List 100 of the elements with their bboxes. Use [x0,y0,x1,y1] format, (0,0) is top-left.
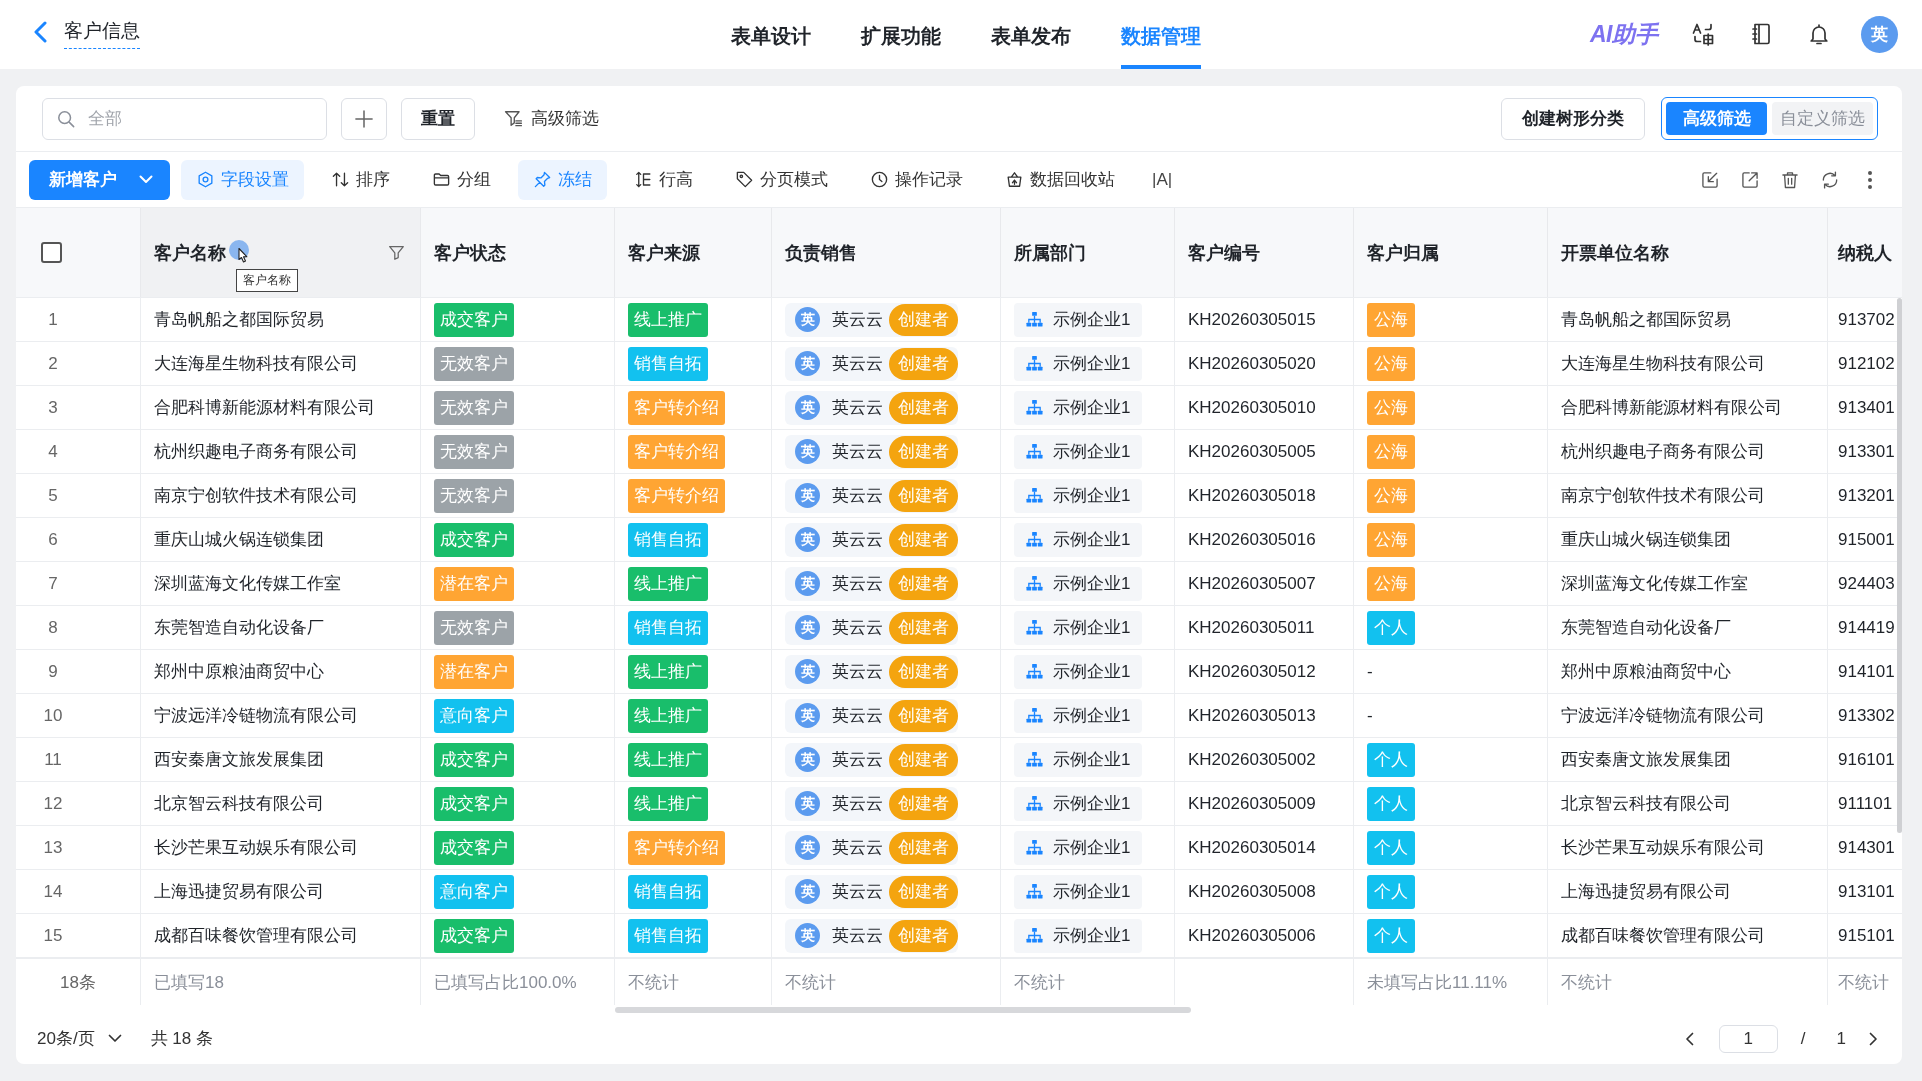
status-tag: 意向客户 [434,874,514,909]
column-header[interactable]: 客户来源 [615,208,772,297]
user-name: 英云云 [832,529,883,551]
column-header[interactable]: 客户状态 [421,208,615,297]
org-chart-icon [1026,663,1043,680]
ownership-tag: 个人 [1367,830,1415,865]
horizontal-scrollbar[interactable] [615,1007,1191,1013]
toolbar-button[interactable]: 行高 [619,159,708,200]
table-cell-text: 914419 [1837,616,1896,639]
page-size-select[interactable]: 20条/页 [37,1027,122,1050]
status-tag: 潜在客户 [434,566,514,601]
table-cell: KH20260305016 [1175,518,1354,561]
summary-cell-text: 不统计 [1837,971,1890,994]
summary-cell: 不统计 [772,959,1001,1005]
source-tag: 销售自拓 [628,918,708,953]
source-tag: 线上推广 [628,742,708,777]
column-header[interactable]: 所属部门 [1001,208,1175,297]
table-cell: 青岛帆船之都国际贸易 [1548,298,1828,341]
user-name: 英云云 [832,793,883,815]
source-tag: 客户转介绍 [628,390,725,425]
column-header[interactable]: 纳税人 [1828,208,1902,297]
row-number: 4 [16,430,141,473]
user-name: 英云云 [832,837,883,859]
row-number: 5 [16,474,141,517]
table-cell: 成都百味餐饮管理有限公司 [141,914,421,957]
refresh-icon[interactable] [1820,169,1840,190]
column-header[interactable]: 客户编号 [1175,208,1354,297]
back-icon[interactable] [33,20,47,43]
nav-tab[interactable]: 数据管理 [1120,0,1201,69]
source-tag: 线上推广 [628,302,708,337]
table-cell: 大连海星生物科技有限公司 [141,342,421,385]
table-cell-text: 914101 [1837,660,1896,683]
column-header[interactable]: 客户归属 [1354,208,1548,297]
department-name: 示例企业1 [1053,309,1131,331]
create-tree-button[interactable]: 创建树形分类 [1501,97,1645,140]
page-input[interactable]: 1 [1718,1024,1778,1053]
department-name: 示例企业1 [1053,837,1131,859]
reset-button[interactable]: 重置 [401,97,475,140]
role-badge: 创建者 [889,875,958,908]
org-chart-icon [1026,883,1043,900]
add-filter-button[interactable] [341,97,387,140]
ownership-tag: 公海 [1367,346,1415,381]
toolbar-button[interactable]: 分页模式 [720,159,843,200]
delete-icon[interactable] [1780,169,1800,190]
table-cell: KH20260305013 [1175,694,1354,737]
table-cell: KH20260305006 [1175,914,1354,957]
column-header[interactable]: 负责销售 [772,208,1001,297]
source-tag: 线上推广 [628,786,708,821]
notebook-icon[interactable] [1749,22,1773,46]
filter-mode-tab[interactable]: 高级筛选 [1666,102,1767,135]
table-cell: KH20260305005 [1175,430,1354,473]
role-badge: 创建者 [889,523,958,556]
table-cell-text: 913101 [1837,880,1896,903]
table-cell: 东莞智造自动化设备厂 [1548,606,1828,649]
advanced-filter-button[interactable]: 高级筛选 [504,107,599,130]
table-cell: 重庆山城火锅连锁集团 [1548,518,1828,561]
table-cell: 东莞智造自动化设备厂 [141,606,421,649]
nav-tab[interactable]: 表单设计 [730,0,811,69]
ownership-tag: 公海 [1367,434,1415,469]
add-customer-button[interactable]: 新增客户 [29,159,170,200]
previous-page-icon[interactable] [1684,1031,1694,1046]
user-name: 英云云 [832,309,883,331]
toolbar-button[interactable]: 操作记录 [855,159,978,200]
department-name: 示例企业1 [1053,397,1131,419]
department-name: 示例企业1 [1053,617,1131,639]
table-cell: 南京宁创软件技术有限公司 [1548,474,1828,517]
text-format-button[interactable]: |A| [1142,159,1183,200]
toolbar-button[interactable]: 数据回收站 [990,159,1130,200]
row-number: 10 [16,694,141,737]
search-field[interactable]: 全部 [42,97,327,140]
table-cell: 长沙芒果互动娱乐有限公司 [1548,826,1828,869]
import-icon[interactable] [1700,169,1720,190]
more-icon[interactable] [1867,169,1873,190]
user-avatar: 英 [795,615,820,640]
column-header[interactable]: 开票单位名称 [1548,208,1828,297]
nav-tab[interactable]: 表单发布 [990,0,1071,69]
vertical-scrollbar[interactable] [1897,298,1902,833]
role-badge: 创建者 [889,347,958,380]
ai-assistant-button[interactable]: AI助手 [1590,18,1657,50]
table-cell-text: 916101 [1837,748,1896,771]
filter-icon[interactable] [388,244,405,261]
table-cell-text: 924403 [1837,572,1896,595]
table-cell: KH20260305012 [1175,650,1354,693]
nav-tab[interactable]: 扩展功能 [860,0,941,69]
table-cell-text: 913702 [1837,308,1896,331]
export-icon[interactable] [1740,169,1760,190]
table-cell: KH20260305015 [1175,298,1354,341]
toolbar-button[interactable]: 分组 [417,159,506,200]
table-cell-text: 913301 [1837,440,1896,463]
org-chart-icon [1026,575,1043,592]
status-tag: 成交客户 [434,786,514,821]
select-all-checkbox[interactable] [41,242,62,263]
next-page-icon[interactable] [1869,1031,1878,1046]
translate-icon[interactable] [1691,22,1715,46]
ownership-tag: 个人 [1367,918,1415,953]
table-cell: KH20260305018 [1175,474,1354,517]
toolbar-button[interactable]: 排序 [316,159,405,200]
user-name: 英云云 [832,661,883,683]
org-chart-icon [1026,619,1043,636]
ownership-tag: 个人 [1367,786,1415,821]
